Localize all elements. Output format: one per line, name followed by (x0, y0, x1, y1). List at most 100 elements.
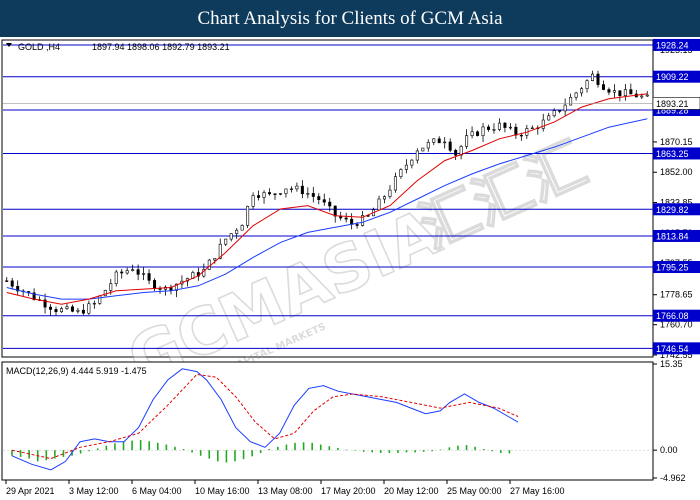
macd-label: MACD(12,26,9) 4.444 5.919 -1.475 (6, 366, 147, 376)
candle-body (235, 229, 239, 234)
y-tick-label: 1778.65 (660, 290, 693, 300)
candle-body (558, 110, 562, 112)
level-label: 1928.24 (656, 40, 689, 50)
candle-body (10, 280, 14, 287)
candle-body (514, 126, 518, 136)
y-tick-label: 1870.15 (660, 137, 693, 147)
level-label: 1746.54 (656, 344, 689, 354)
candle-body (262, 192, 266, 198)
ohlc-values: 1897.94 1898.06 1892.79 1893.21 (92, 42, 230, 52)
candle-body (574, 92, 578, 98)
candle-body (246, 205, 250, 226)
x-tick-label: 27 May 16:00 (510, 486, 565, 496)
candle-body (278, 193, 282, 195)
candle-body (393, 176, 397, 191)
price-chart: GCMASIA汇汇汇GLOBAL CAPITAL MARKETS 1925.15… (1, 38, 700, 496)
y-tick-label: 1852.00 (660, 167, 693, 177)
candle-body (76, 309, 80, 312)
candle-body (268, 192, 272, 195)
candle-body (98, 295, 102, 304)
candle-body (5, 280, 9, 282)
candle-body (437, 138, 441, 144)
candle-body (142, 273, 146, 275)
candle-body (120, 271, 124, 274)
x-tick-label: 17 May 20:00 (321, 486, 376, 496)
candle-body (81, 309, 85, 314)
candle-body (328, 201, 332, 207)
candle-body (125, 270, 129, 274)
chart-header: Chart Analysis for Clients of GCM Asia (0, 0, 700, 37)
candle-body (224, 238, 228, 245)
level-label: 1829.82 (656, 205, 689, 215)
macd-y-axis: 15.35 0.00 -4.962 (653, 359, 686, 483)
candle-body (317, 196, 321, 200)
current-price-label: 1893.21 (656, 99, 689, 109)
x-tick-label: 3 May 12:00 (69, 486, 119, 496)
candle-body (65, 306, 69, 309)
candle-body (306, 193, 310, 195)
candle-body (481, 126, 485, 136)
candle-body (585, 80, 589, 89)
level-label: 1863.25 (656, 149, 689, 159)
header-title: Chart Analysis for Clients of GCM Asia (197, 7, 503, 29)
candle-body (410, 159, 414, 166)
candle-body (382, 196, 386, 200)
candle-body (377, 198, 381, 211)
candle-body (295, 185, 299, 190)
candle-body (54, 309, 58, 313)
candle-body (273, 193, 277, 195)
candle-body (519, 134, 523, 137)
time-axis: 29 Apr 2021 3 May 12:00 6 May 04:00 10 May … (5, 480, 565, 496)
candle-body (333, 205, 337, 217)
candle-body (454, 149, 458, 156)
candle-body (569, 96, 573, 106)
macd-tick-label: -4.962 (660, 473, 686, 483)
candle-body (153, 280, 157, 289)
candle-body (158, 288, 162, 290)
macd-plot-border (1, 361, 654, 481)
candle-body (415, 150, 419, 161)
candle-body (629, 89, 633, 95)
candle-body (465, 135, 469, 147)
candle-body (421, 147, 425, 152)
candle-body (289, 188, 293, 190)
candle-body (448, 141, 452, 151)
candle-body (497, 122, 501, 130)
candle-body (596, 73, 600, 85)
candle-body (49, 306, 53, 310)
x-tick-label: 10 May 16:00 (195, 486, 250, 496)
candle-body (229, 233, 233, 240)
price-panel: GCMASIA汇汇汇GLOBAL CAPITAL MARKETS 1925.15… (1, 38, 700, 399)
candle-body (547, 115, 551, 121)
candle-body (470, 131, 474, 136)
candle-body (618, 90, 622, 97)
candle-body (114, 271, 118, 284)
candle-body (300, 185, 304, 195)
candle-body (426, 142, 430, 149)
candle-body (136, 269, 140, 275)
candle-body (213, 258, 217, 261)
candle-body (443, 141, 447, 144)
level-label: 1766.08 (656, 311, 689, 321)
candle-body (623, 89, 627, 97)
candle-body (284, 188, 288, 194)
candle-body (240, 225, 244, 231)
candle-body (612, 90, 616, 93)
candle-body (432, 138, 436, 143)
candle-body (251, 195, 255, 207)
candle-body (388, 189, 392, 197)
candle-body (552, 110, 556, 117)
candle-body (257, 195, 261, 198)
level-label: 1909.22 (656, 72, 689, 82)
candle-body (486, 126, 490, 130)
candle-body (645, 94, 649, 97)
candle-body (591, 73, 595, 81)
macd-tick-label: 0.00 (660, 445, 678, 455)
chart-frame: GCMASIA汇汇汇GLOBAL CAPITAL MARKETS 1925.15… (0, 37, 700, 500)
candle-body (541, 119, 545, 129)
candle-body (563, 104, 567, 112)
candle-body (131, 269, 135, 271)
candle-body (92, 302, 96, 305)
candle-body (109, 283, 113, 291)
x-tick-label: 25 May 00:00 (447, 486, 502, 496)
